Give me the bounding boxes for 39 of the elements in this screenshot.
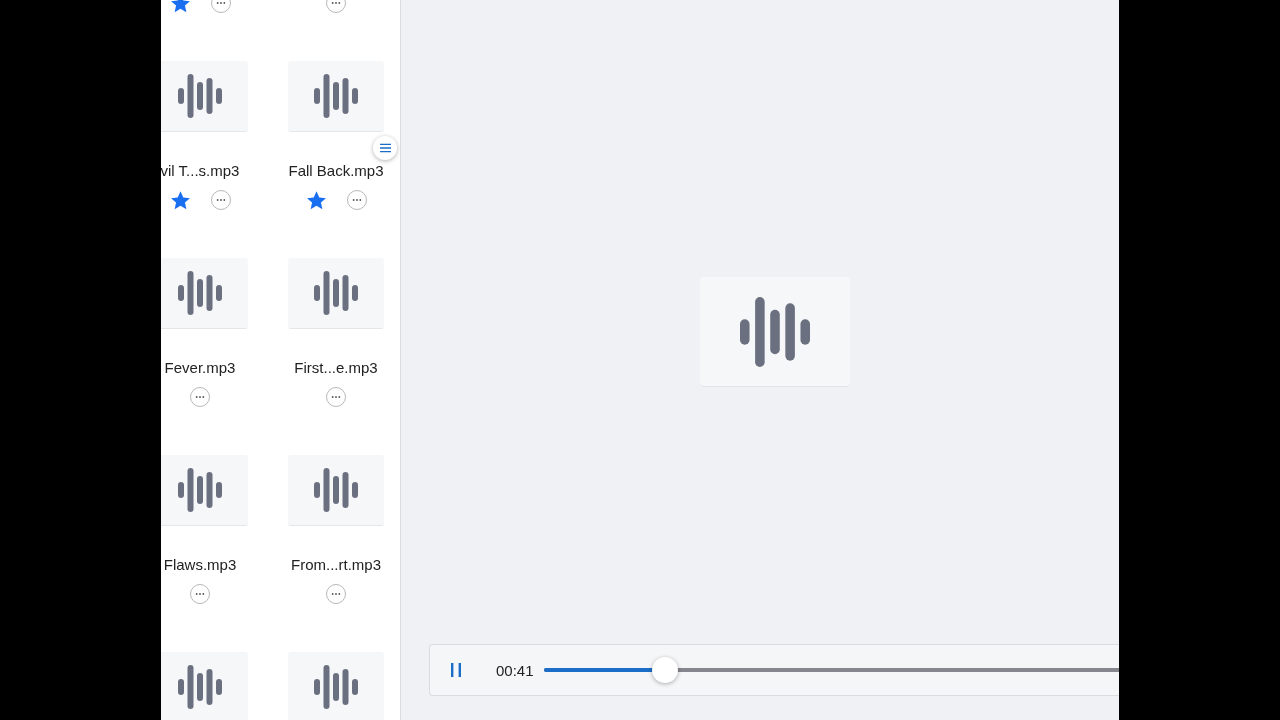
file-name: vil T...s.mp3 [161, 161, 240, 181]
audio-thumbnail[interactable] [161, 258, 248, 329]
audio-thumbnail[interactable] [288, 455, 384, 526]
list-view-button[interactable] [373, 136, 397, 160]
audio-thumbnail[interactable] [288, 258, 384, 329]
ellipsis-icon [331, 395, 341, 399]
file-name: From...rt.mp3 [291, 555, 381, 575]
audio-wave-icon [178, 468, 222, 512]
audio-thumbnail[interactable] [161, 61, 248, 132]
file-name: Fall Back.mp3 [288, 161, 384, 181]
audio-thumbnail[interactable] [288, 61, 384, 132]
ellipsis-icon [331, 592, 341, 596]
ellipsis-icon [215, 1, 226, 5]
pause-button[interactable] [448, 661, 464, 679]
audio-wave-icon [178, 665, 222, 709]
audio-wave-icon [314, 271, 358, 315]
elapsed-time: 00:41 [496, 661, 534, 679]
audio-wave-icon [314, 74, 358, 118]
list-icon [379, 143, 391, 153]
ellipsis-icon [195, 395, 205, 399]
audio-wave-icon [178, 74, 222, 118]
file-name: Fever.mp3 [164, 358, 236, 378]
audio-thumbnail[interactable] [161, 652, 248, 720]
ellipsis-icon [351, 198, 362, 202]
audio-thumbnail[interactable] [161, 455, 248, 526]
audio-thumbnail[interactable] [288, 652, 384, 720]
seek-slider[interactable] [543, 657, 1119, 683]
audio-wave-icon [178, 271, 222, 315]
ellipsis-icon [215, 198, 226, 202]
audio-wave-icon [314, 468, 358, 512]
ellipsis-icon [195, 592, 205, 596]
audio-wave-icon [740, 296, 810, 367]
star-icon[interactable] [305, 189, 327, 211]
ellipsis-icon [331, 1, 341, 5]
seek-thumb[interactable] [651, 657, 678, 683]
file-name: First...e.mp3 [294, 358, 378, 378]
audio-wave-icon [314, 665, 358, 709]
star-icon[interactable] [169, 189, 191, 211]
file-name: Flaws.mp3 [163, 555, 237, 575]
